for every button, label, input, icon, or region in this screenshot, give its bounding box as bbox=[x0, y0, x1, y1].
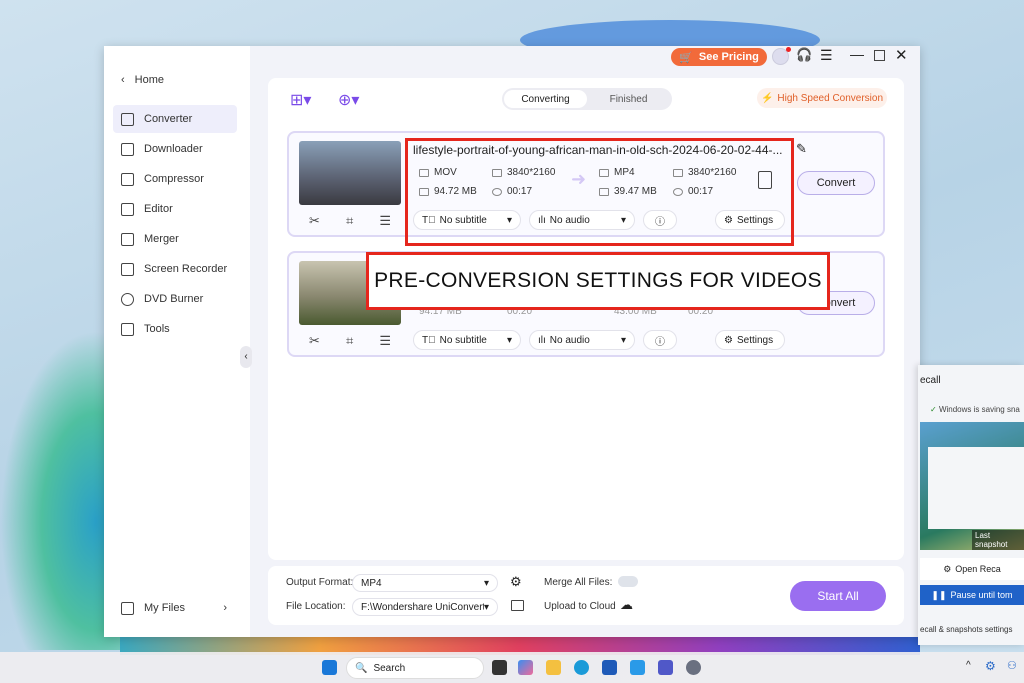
settings-icon: ⚙ bbox=[724, 334, 733, 346]
output-format-select[interactable]: MP4 ▾ bbox=[352, 574, 498, 592]
video-thumbnail[interactable] bbox=[299, 141, 401, 205]
folder-icon bbox=[121, 601, 134, 615]
subtitle-select[interactable]: T⃓ No subtitle ▾ bbox=[413, 330, 521, 350]
file-explorer-icon[interactable] bbox=[546, 660, 561, 675]
collapse-sidebar-button[interactable]: ‹ bbox=[240, 346, 252, 368]
close-button[interactable]: ✕ bbox=[895, 46, 908, 64]
compress-icon bbox=[121, 172, 134, 186]
recall-icon: ⚙ bbox=[943, 563, 952, 574]
store-icon[interactable] bbox=[602, 660, 617, 675]
sidebar-item-dvd-burner[interactable]: DVD Burner bbox=[113, 285, 237, 313]
trim-icon[interactable]: ✂ bbox=[309, 333, 320, 349]
settings-icon[interactable] bbox=[686, 660, 701, 675]
maximize-button[interactable] bbox=[874, 50, 885, 61]
lightning-icon: ⚡ bbox=[760, 92, 774, 104]
highlight-box bbox=[405, 138, 794, 246]
crop-icon[interactable]: ⌗ bbox=[346, 333, 353, 349]
sidebar-item-converter[interactable]: Converter bbox=[113, 105, 237, 133]
crop-icon[interactable]: ⌗ bbox=[346, 213, 353, 229]
subtitle-icon: T⃓ bbox=[422, 334, 436, 346]
bottom-bar: Output Format: MP4 ▾ ⚙ File Location: F:\… bbox=[268, 566, 904, 625]
recall-tray-icon[interactable]: ⚙ bbox=[985, 659, 996, 673]
chevron-left-icon: ‹ bbox=[121, 74, 125, 86]
network-icon[interactable]: ⚇ bbox=[1007, 659, 1017, 672]
trim-icon[interactable]: ✂ bbox=[309, 213, 320, 229]
effects-icon[interactable]: ☰ bbox=[379, 333, 391, 349]
download-icon bbox=[121, 142, 134, 156]
chevron-down-icon: ▾ bbox=[483, 577, 489, 589]
sidebar-home[interactable]: ‹ Home bbox=[113, 66, 237, 94]
search-icon: 🔍 bbox=[355, 662, 368, 674]
sidebar-item-editor[interactable]: Editor bbox=[113, 195, 237, 223]
app-window: 🛒 See Pricing 🎧 ☰ — ✕ ‹ Home Converter Dow… bbox=[104, 46, 920, 637]
copilot-icon[interactable] bbox=[518, 660, 533, 675]
recall-panel: ecall ✓ Windows is saving sna Last snaps… bbox=[918, 365, 1024, 645]
info-button[interactable]: ⓘ bbox=[643, 330, 677, 350]
tab-switch: Converting Finished bbox=[502, 88, 672, 110]
sidebar-item-merger[interactable]: Merger bbox=[113, 225, 237, 253]
task-view-icon[interactable] bbox=[492, 660, 507, 675]
merge-icon bbox=[121, 232, 134, 246]
wallpaper-swirl bbox=[0, 330, 120, 650]
check-icon: ✓ bbox=[930, 405, 939, 414]
rename-icon[interactable]: ✎ bbox=[796, 141, 807, 157]
taskbar: 🔍 Search ^ ⚙ ⚇ bbox=[0, 652, 1024, 683]
format-settings-icon[interactable]: ⚙ bbox=[510, 574, 522, 590]
high-speed-conversion-button[interactable]: ⚡ High Speed Conversion bbox=[757, 88, 887, 108]
add-media-button[interactable]: ⊕▾ bbox=[338, 90, 359, 110]
disc-icon bbox=[121, 292, 134, 306]
settings-button[interactable]: ⚙ Settings bbox=[715, 330, 785, 350]
convert-button[interactable]: Convert bbox=[797, 171, 875, 195]
add-file-button[interactable]: ⊞▾ bbox=[290, 90, 311, 110]
audio-select[interactable]: ılı No audio ▾ bbox=[529, 330, 635, 350]
file-location-select[interactable]: F:\Wondershare UniConverter 1▾ bbox=[352, 598, 498, 616]
tab-converting[interactable]: Converting bbox=[504, 90, 587, 108]
see-pricing-button[interactable]: 🛒 See Pricing bbox=[671, 48, 767, 66]
cart-icon: 🛒 bbox=[679, 51, 693, 64]
sidebar-my-files[interactable]: My Files › bbox=[113, 594, 233, 622]
start-icon[interactable] bbox=[322, 660, 337, 675]
sidebar-item-downloader[interactable]: Downloader bbox=[113, 135, 237, 163]
cloud-icon[interactable]: ☁ bbox=[620, 597, 633, 613]
recall-settings-link[interactable]: ecall & snapshots settings bbox=[920, 625, 1013, 634]
pause-button[interactable]: ❚❚ Pause until tom bbox=[920, 585, 1024, 605]
open-folder-icon[interactable] bbox=[511, 600, 524, 611]
grid-icon bbox=[121, 322, 134, 336]
effects-icon[interactable]: ☰ bbox=[379, 213, 391, 229]
minimize-button[interactable]: — bbox=[850, 46, 864, 62]
notification-dot bbox=[786, 47, 791, 52]
audio-icon: ılı bbox=[538, 334, 546, 346]
show-hidden-icons[interactable]: ^ bbox=[966, 660, 971, 671]
app-icon[interactable] bbox=[630, 660, 645, 675]
snapshot-preview[interactable]: Last snapshot bbox=[920, 422, 1024, 550]
recall-status: ✓ Windows is saving sna bbox=[930, 405, 1020, 414]
start-all-button[interactable]: Start All bbox=[790, 581, 886, 611]
menu-icon[interactable]: ☰ bbox=[820, 47, 833, 64]
teams-icon[interactable] bbox=[658, 660, 673, 675]
chevron-right-icon: › bbox=[223, 602, 227, 614]
chevron-down-icon: ▾ bbox=[620, 334, 626, 346]
converter-icon bbox=[121, 112, 134, 126]
sidebar-item-screen-recorder[interactable]: Screen Recorder bbox=[113, 255, 237, 283]
chevron-down-icon: ▾ bbox=[483, 601, 489, 613]
record-icon bbox=[121, 262, 134, 276]
open-recall-button[interactable]: ⚙ Open Reca bbox=[920, 558, 1024, 580]
tab-finished[interactable]: Finished bbox=[587, 90, 670, 108]
taskbar-search[interactable]: 🔍 Search bbox=[346, 657, 484, 679]
chevron-down-icon: ▾ bbox=[506, 334, 512, 346]
merge-toggle[interactable] bbox=[618, 576, 638, 587]
sidebar: ‹ Home Converter Downloader Compressor Ed… bbox=[104, 46, 250, 637]
sidebar-item-tools[interactable]: Tools bbox=[113, 315, 237, 343]
sidebar-item-compressor[interactable]: Compressor bbox=[113, 165, 237, 193]
scissors-icon bbox=[121, 202, 134, 216]
edge-icon[interactable] bbox=[574, 660, 589, 675]
annotation-caption: PRE-CONVERSION SETTINGS FOR VIDEOS bbox=[366, 252, 830, 310]
pause-icon: ❚❚ bbox=[931, 589, 947, 600]
support-icon[interactable]: 🎧 bbox=[796, 47, 812, 63]
